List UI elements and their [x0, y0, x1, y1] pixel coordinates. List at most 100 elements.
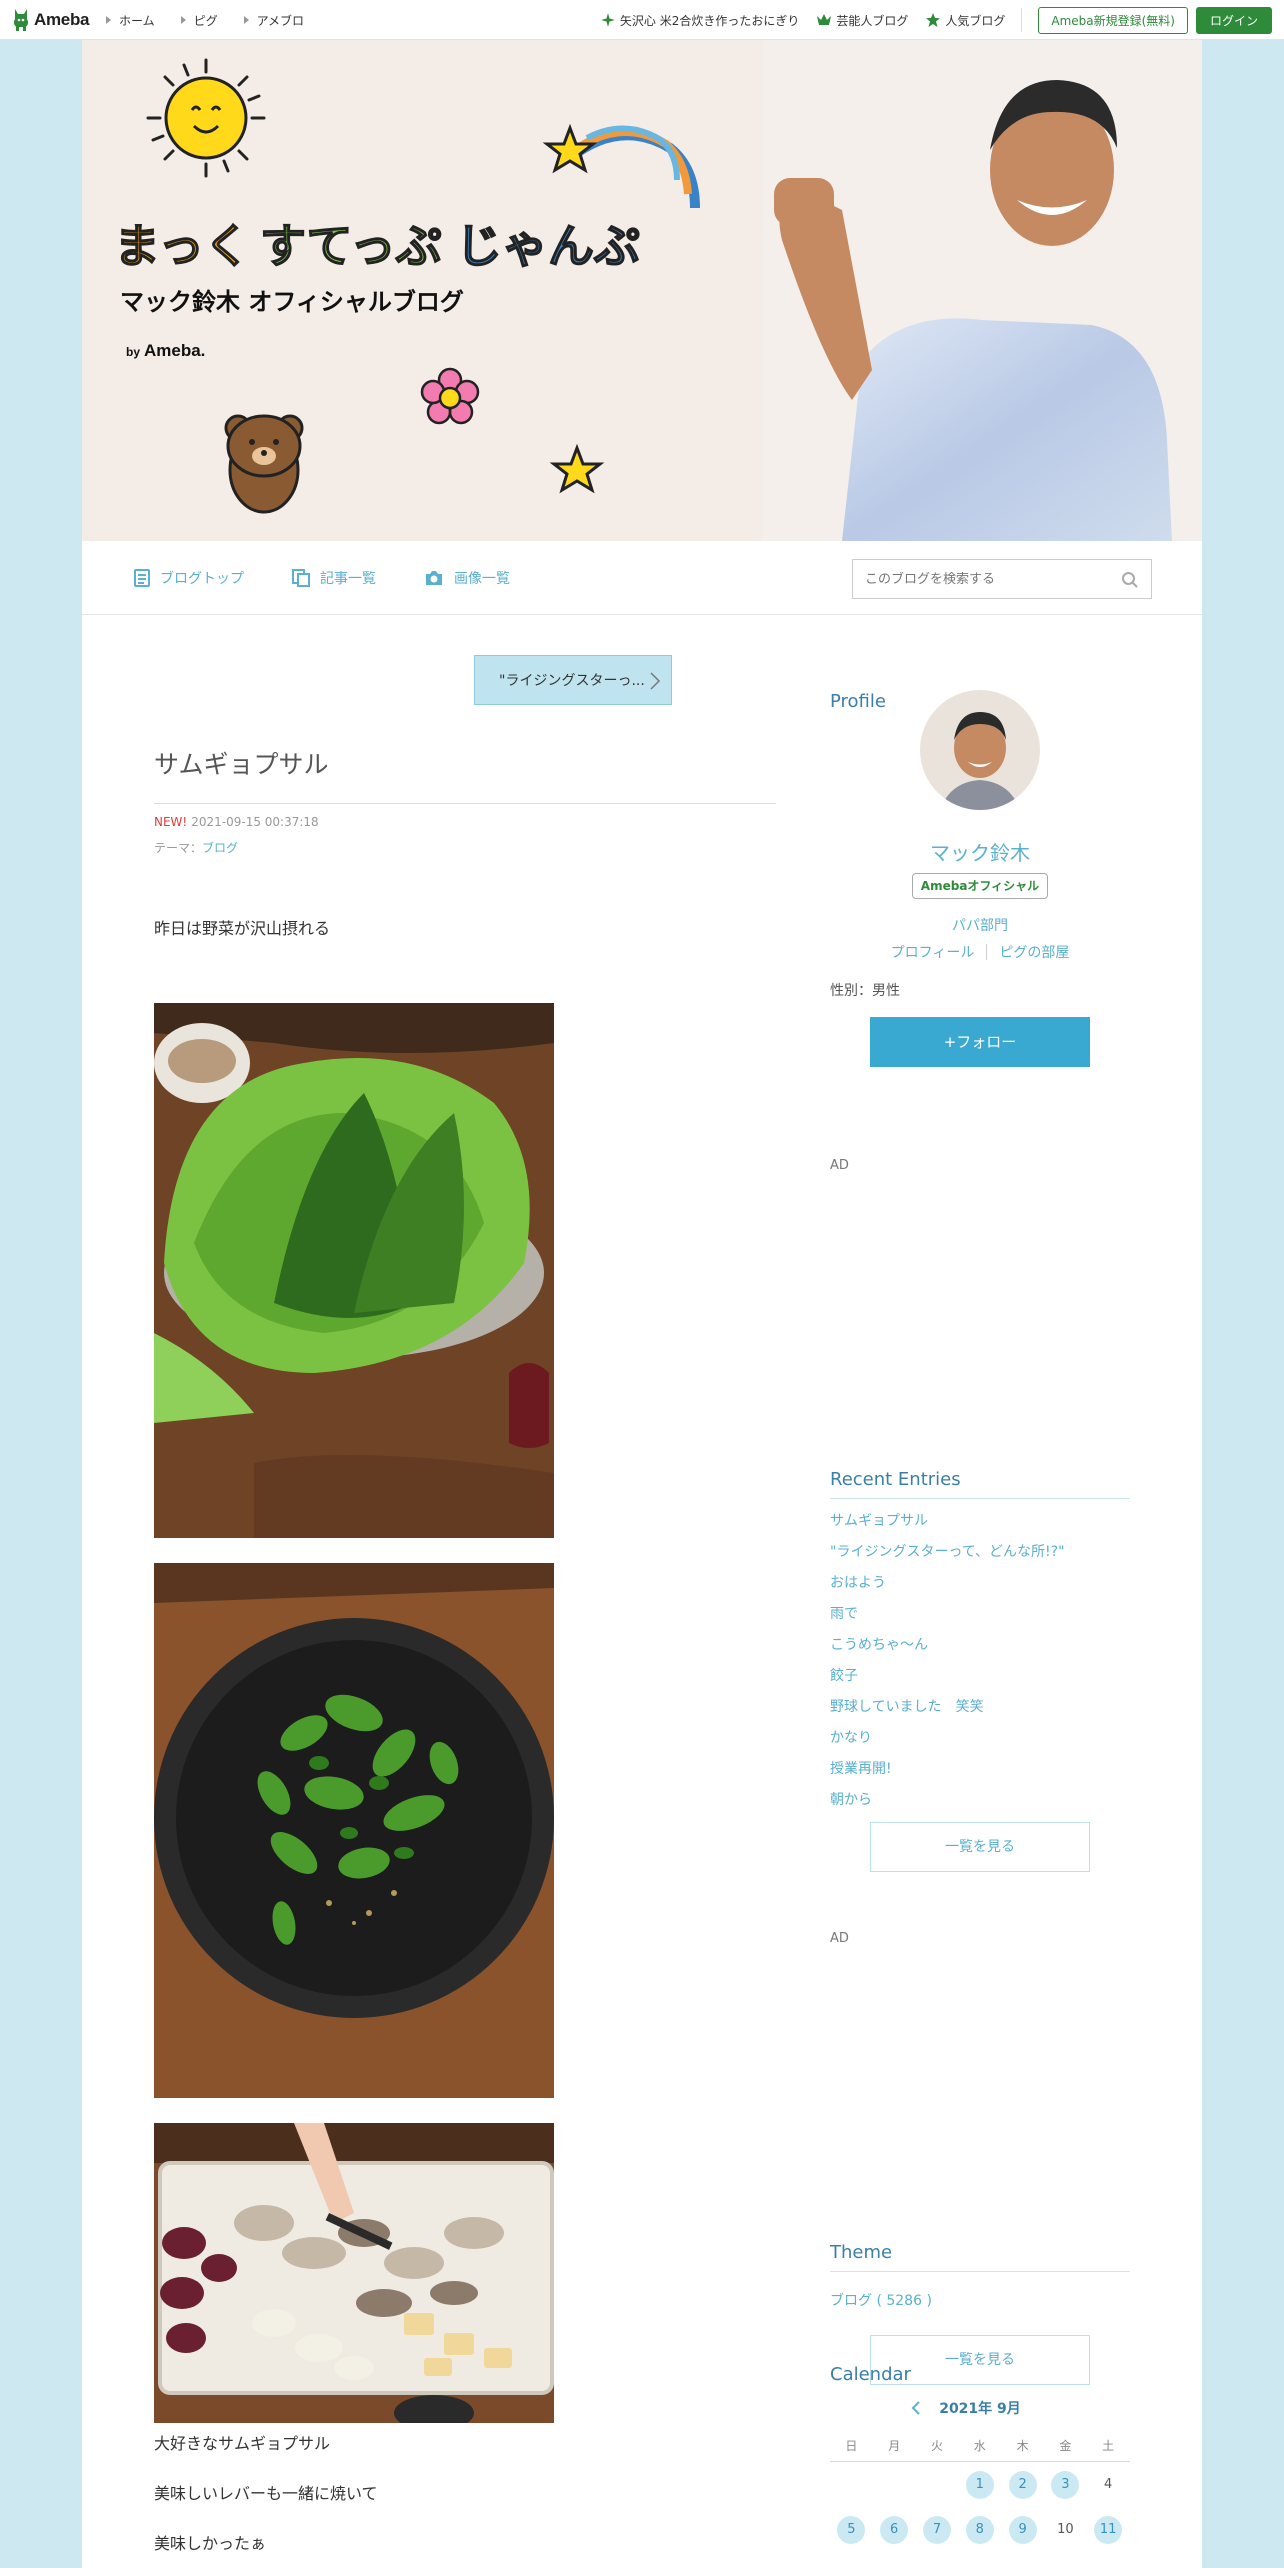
calendar-heading: Calendar	[830, 2364, 911, 2385]
entry-theme-link[interactable]: ブログ	[202, 841, 238, 855]
celebrity-blog-link[interactable]: 芸能人ブログ	[817, 12, 908, 29]
svg-text:じゃんぷ: じゃんぷ	[456, 219, 640, 273]
copy-icon	[292, 569, 310, 587]
triangle-right-icon	[180, 16, 186, 24]
chevron-right-icon	[650, 672, 661, 690]
calendar-day-link[interactable]: 6	[873, 2515, 916, 2544]
calendar-day-link[interactable]: 9	[1001, 2515, 1044, 2544]
recent-entry-link[interactable]: 野球していました 笑笑	[830, 1696, 1130, 1727]
recent-entry-link[interactable]: こうめちゃ〜ん	[830, 1634, 1130, 1665]
subnav-entry-list-label: 記事一覧	[320, 571, 376, 587]
gnav-pigg-label: ピグ	[193, 13, 218, 28]
calendar-day-link[interactable]: 11	[1087, 2515, 1130, 2544]
avatar[interactable]	[920, 690, 1040, 810]
pigg-room-link[interactable]: ピグの部屋	[999, 942, 1069, 962]
banner-illustration: まっく すてっぷ じゃんぷ マック鈴木 オフィシャルブログ by Ameba.	[113, 40, 1202, 541]
subnav-blog-top[interactable]: ブログトップ	[134, 568, 244, 588]
blog-search-box[interactable]	[852, 559, 1152, 599]
calendar-day-link[interactable]: 8	[958, 2515, 1001, 2544]
subnav-image-list-label: 画像一覧	[454, 571, 510, 587]
weekday-label: 月	[888, 2439, 901, 2453]
svg-text:マック鈴木 オフィシャルブログ: マック鈴木 オフィシャルブログ	[120, 288, 464, 316]
recent-entry-link[interactable]: 授業再開!	[830, 1758, 1130, 1789]
new-badge: NEW!	[154, 815, 188, 829]
peppers-photo-image	[154, 1563, 554, 2098]
profile-name[interactable]: マック鈴木	[830, 837, 1130, 866]
chevron-left-icon[interactable]	[911, 2400, 921, 2416]
header-divider	[1021, 8, 1023, 32]
weekday-label: 日	[845, 2439, 858, 2453]
blog-search-input[interactable]	[865, 571, 1105, 587]
triangle-right-icon	[106, 16, 111, 24]
grill-photo-image	[154, 2123, 554, 2423]
calendar-day-link[interactable]: 3	[1044, 2470, 1087, 2499]
svg-text:by: by	[126, 345, 140, 359]
profile-category[interactable]: パパ部門	[830, 915, 1130, 935]
gnav-home-label: ホーム	[119, 13, 155, 28]
weekday-label: 火	[930, 2439, 943, 2453]
link-divider	[986, 944, 988, 960]
calendar-day	[873, 2471, 916, 2499]
calendar-week: 5 6 7 8 9 10 11	[830, 2507, 1130, 2552]
ameba-logo[interactable]: Ameba	[12, 8, 89, 32]
recent-entry-link[interactable]: 朝から	[830, 1789, 1130, 1820]
sparkle-icon	[600, 13, 615, 27]
weekday-label: 水	[973, 2439, 986, 2453]
entry-paragraph: 美味しかったぁ	[154, 2534, 267, 2553]
document-icon	[134, 569, 150, 587]
calendar-weekdays: 日 月 火 水 木 金 土	[830, 2430, 1130, 2462]
gnav-ameblo-label: アメブロ	[256, 13, 305, 28]
follow-button[interactable]: +フォロー	[870, 1017, 1090, 1067]
gnav-pigg[interactable]: ピグ	[180, 12, 218, 29]
entry-theme-prefix: テーマ：	[154, 841, 203, 855]
triangle-right-icon	[243, 16, 249, 24]
gnav-home[interactable]: ホーム	[106, 12, 155, 29]
calendar-day: 10	[1057, 2521, 1074, 2537]
entry-paragraph: 美味しいレバーも一緒に焼いて	[154, 2484, 378, 2503]
subnav-image-list[interactable]: 画像一覧	[424, 568, 510, 588]
recent-entry-link[interactable]: サムギョプサル	[830, 1510, 1130, 1541]
recent-entry-link[interactable]: "ライジングスターって、どんな所!?"	[830, 1541, 1130, 1572]
calendar-day-link[interactable]: 7	[916, 2515, 959, 2544]
theme-blog-link[interactable]: ブログ ( 5286 )	[830, 2290, 932, 2310]
profile-link[interactable]: プロフィール	[891, 942, 975, 962]
prev-entry-label: "ライジングスターっ...	[499, 673, 645, 689]
global-nav: ホーム ピグ アメブロ	[106, 0, 304, 40]
prev-entry-button[interactable]: "ライジングスターっ...	[474, 655, 672, 705]
recent-entry-link[interactable]: 餃子	[830, 1665, 1130, 1696]
blog-container: まっく すてっぷ じゃんぷ マック鈴木 オフィシャルブログ by Ameba.	[82, 40, 1202, 2568]
login-button[interactable]: ログイン	[1195, 6, 1272, 34]
popular-blog-link[interactable]: 人気ブログ	[926, 12, 1005, 29]
search-icon[interactable]	[1121, 571, 1139, 589]
blog-banner[interactable]: まっく すてっぷ じゃんぷ マック鈴木 オフィシャルブログ by Ameba.	[82, 40, 1202, 541]
gnav-ameblo[interactable]: アメブロ	[243, 12, 305, 29]
recent-more-button[interactable]: 一覧を見る	[870, 1822, 1090, 1872]
profile-gender: 性別：男性	[830, 983, 900, 999]
entry-paragraph: 昨日は野菜が沢山摂れる	[154, 919, 331, 938]
shooting-star-icon	[542, 123, 700, 209]
trending-link[interactable]: 矢沢心 米2合炊き作ったおにぎり	[600, 12, 799, 29]
recent-entry-link[interactable]: 雨で	[830, 1603, 1130, 1634]
entry-photo-grill[interactable]	[154, 2123, 554, 2423]
recent-entry-link[interactable]: かなり	[830, 1727, 1130, 1758]
official-badge: Amebaオフィシャル	[912, 873, 1048, 899]
entry-title: サムギョプサル	[154, 745, 776, 804]
global-header: Ameba ホーム ピグ アメブロ 矢沢心 米2合炊き作ったおにぎり 芸能人ブロ…	[0, 0, 1284, 40]
register-button[interactable]: Ameba新規登録(無料)	[1038, 6, 1188, 34]
weekday-label: 土	[1102, 2439, 1115, 2453]
calendar-day-link[interactable]: 1	[958, 2470, 1001, 2499]
calendar-day	[916, 2471, 959, 2499]
recent-entries-list: サムギョプサル "ライジングスターって、どんな所!?" おはよう 雨で こうめち…	[830, 1510, 1130, 1820]
entry-datetime: 2021-09-15 00:37:18	[191, 815, 319, 829]
star-icon	[926, 13, 941, 27]
bear-icon	[224, 414, 304, 514]
entry-photo-peppers[interactable]	[154, 1563, 554, 2098]
recent-entry-link[interactable]: おはよう	[830, 1572, 1130, 1603]
calendar-day-link[interactable]: 5	[830, 2515, 873, 2544]
subnav-entry-list[interactable]: 記事一覧	[292, 568, 376, 588]
calendar-day-link[interactable]: 2	[1001, 2470, 1044, 2499]
entry-photo-lettuce[interactable]	[154, 1003, 554, 1538]
entry-meta: NEW! 2021-09-15 00:37:18	[154, 815, 319, 829]
blog-subnav-bar: ブログトップ 記事一覧 画像一覧	[82, 541, 1202, 615]
sun-icon	[146, 58, 266, 178]
